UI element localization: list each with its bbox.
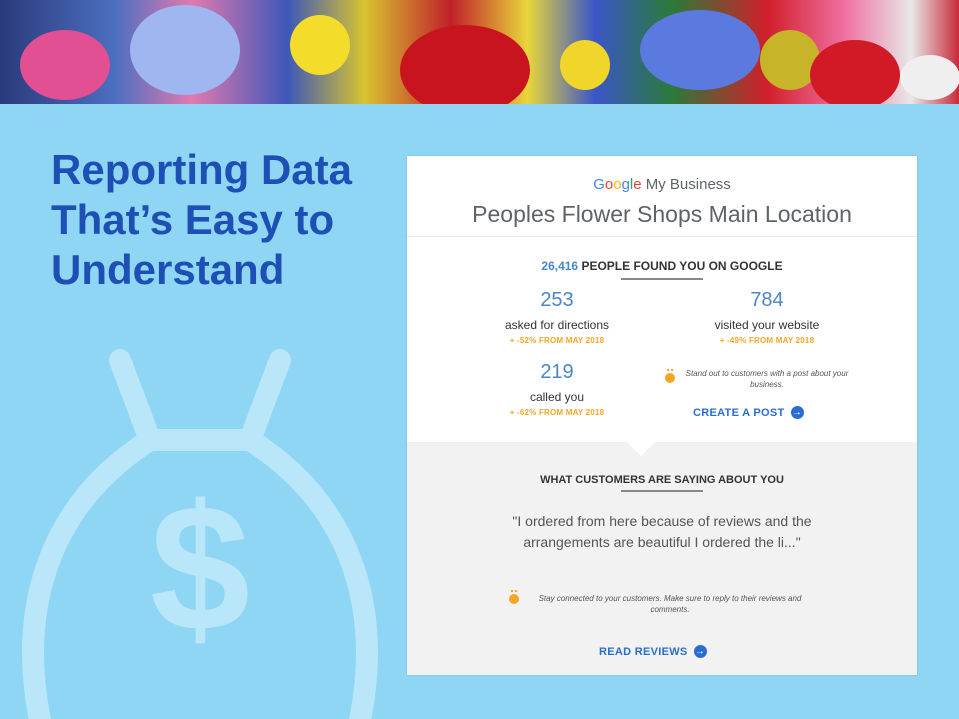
flower-decoration <box>560 40 610 90</box>
flower-banner <box>0 0 959 104</box>
stat-label: asked for directions <box>504 318 610 332</box>
stat-change: + -49% FROM MAY 2018 <box>719 336 815 345</box>
create-post-link[interactable]: CREATE A POST → <box>693 406 804 419</box>
heading-underline <box>621 278 703 280</box>
flower-decoration <box>130 5 240 95</box>
stat-calls: 219 called you + -62% FROM MAY 2018 <box>457 361 657 417</box>
lightbulb-icon <box>509 590 519 604</box>
post-tip: Stand out to customers with a post about… <box>685 369 849 389</box>
arrow-right-circle-icon: → <box>790 406 804 419</box>
read-reviews-link[interactable]: READ REVIEWS → <box>599 645 707 658</box>
read-reviews-label: READ REVIEWS <box>599 645 688 658</box>
flower-decoration <box>400 25 530 104</box>
stat-label: called you <box>529 390 585 404</box>
review-quote: "I ordered from here because of reviews … <box>512 513 812 550</box>
logo-letter: o <box>613 176 622 193</box>
stat-website: 784 visited your website + -49% FROM MAY… <box>667 289 867 345</box>
flower-decoration <box>810 40 900 104</box>
divider <box>407 236 917 237</box>
section-notch <box>627 442 655 456</box>
people-found-count: 26,416 <box>541 259 579 273</box>
people-found-heading: 26,416 PEOPLE FOUND YOU ON GOOGLE <box>407 259 917 273</box>
heading-underline <box>621 490 703 492</box>
location-name: Peoples Flower Shops Main Location <box>472 201 852 227</box>
slide-title: Reporting Data That’s Easy to Understand <box>51 146 353 293</box>
google-my-business-logo: Google My Business <box>407 176 917 193</box>
logo-letter: g <box>621 176 630 193</box>
gmb-report-card: Google My Business Peoples Flower Shops … <box>407 156 917 675</box>
people-found-text: PEOPLE FOUND YOU ON GOOGLE <box>578 259 783 273</box>
flower-decoration <box>290 15 350 75</box>
flower-decoration <box>640 10 760 90</box>
create-post-label: CREATE A POST <box>693 406 785 419</box>
arrow-right-circle-icon: → <box>693 645 707 658</box>
stat-change: + -52% FROM MAY 2018 <box>509 336 605 345</box>
flower-decoration <box>20 30 110 100</box>
logo-letter: o <box>604 176 614 193</box>
reviews-heading: WHAT CUSTOMERS ARE SAYING ABOUT YOU <box>540 474 784 486</box>
logo-suffix: My Business <box>641 176 731 193</box>
lightbulb-icon <box>665 369 675 383</box>
logo-letter: e <box>633 176 642 193</box>
stat-value: 784 <box>750 289 784 311</box>
money-bag-icon: $ <box>22 349 378 719</box>
stat-value: 219 <box>540 361 574 383</box>
flower-decoration <box>900 55 959 100</box>
stat-value: 253 <box>540 289 574 311</box>
stat-directions: 253 asked for directions + -52% FROM MAY… <box>457 289 657 345</box>
stat-label: visited your website <box>714 318 820 332</box>
stat-change: + -62% FROM MAY 2018 <box>509 408 605 417</box>
slide: $ Reporting Data That’s Easy to Understa… <box>0 0 959 719</box>
reply-tip: Stay connected to your customers. Make s… <box>538 594 802 614</box>
svg-text:$: $ <box>150 468 250 669</box>
logo-letter: G <box>593 176 605 193</box>
